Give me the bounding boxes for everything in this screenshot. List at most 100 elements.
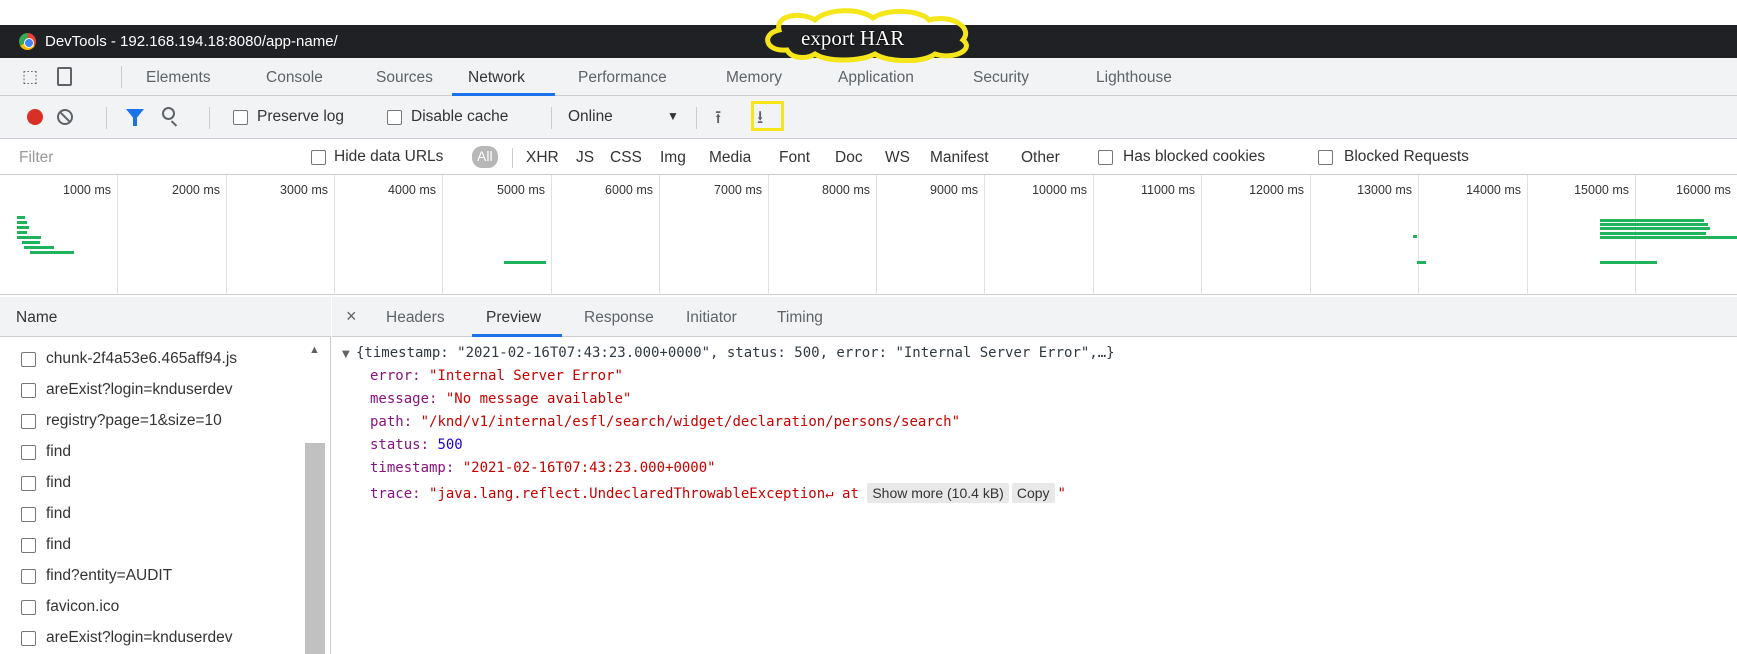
table-row[interactable]: find?entity=AUDIT: [0, 561, 305, 592]
expand-triangle-icon[interactable]: ▼: [342, 349, 350, 360]
timeline-bar: [1600, 227, 1710, 230]
table-row[interactable]: favicon.ico: [0, 592, 305, 623]
request-type-icon: [21, 569, 36, 584]
chrome-logo-icon: [19, 33, 36, 50]
toolbar-divider: [106, 107, 107, 129]
chevron-down-icon[interactable]: ▼: [667, 109, 679, 123]
filter-type-js[interactable]: JS: [576, 149, 594, 167]
annotation-text: export HAR: [801, 26, 905, 50]
filter-type-other[interactable]: Other: [1021, 149, 1060, 167]
window-title: DevTools - 192.168.194.18:8080/app-name/: [45, 33, 338, 50]
tab-application[interactable]: Application: [838, 69, 914, 87]
table-row[interactable]: areExist?login=knduserdev: [0, 623, 305, 654]
table-row[interactable]: registry?page=1&size=10: [0, 406, 305, 437]
timeline-tick: 1000 ms: [63, 183, 111, 197]
timeline-tick: 12000 ms: [1201, 175, 1310, 295]
copy-button[interactable]: Copy: [1011, 483, 1055, 503]
preview-summary[interactable]: {timestamp: "2021-02-16T07:43:23.000+000…: [356, 345, 1115, 361]
request-type-icon: [21, 352, 36, 367]
table-row[interactable]: find: [0, 530, 305, 561]
filter-type-media[interactable]: Media: [709, 149, 751, 167]
inspect-element-icon[interactable]: ⬚: [22, 68, 38, 85]
timeline-tick: 8000 ms: [768, 175, 876, 295]
tab-elements[interactable]: Elements: [146, 69, 211, 87]
export-har-annotation: export HAR: [757, 6, 979, 63]
panel-tabs: ⬚ Elements Console Sources Network Perfo…: [0, 58, 1737, 96]
timeline-bar: [1600, 261, 1657, 264]
preview-trace-row: trace: "java.lang.reflect.UndeclaredThro…: [370, 483, 1066, 503]
filter-type-ws[interactable]: WS: [885, 149, 910, 167]
table-row[interactable]: find: [0, 468, 305, 499]
filter-input[interactable]: Filter: [19, 149, 53, 167]
request-type-icon: [21, 414, 36, 429]
request-detail-tabs: × Headers Preview Response Initiator Tim…: [332, 297, 1737, 337]
timeline-bar: [1417, 261, 1426, 264]
preserve-log-label: Preserve log: [257, 108, 345, 125]
tab-lighthouse[interactable]: Lighthouse: [1096, 69, 1172, 87]
close-icon[interactable]: ×: [346, 306, 357, 327]
hide-data-urls-label: Hide data URLs: [334, 148, 444, 165]
has-blocked-cookies-checkbox[interactable]: [1098, 150, 1113, 165]
preview-path-row: path: "/knd/v1/internal/esfl/search/widg…: [370, 414, 961, 430]
scroll-up-icon[interactable]: ▲: [309, 344, 320, 356]
toolbar-divider: [551, 107, 552, 129]
timeline-tick: 13000 ms: [1310, 175, 1418, 295]
timeline-bar: [1600, 232, 1706, 235]
tab-memory[interactable]: Memory: [726, 69, 782, 87]
table-row[interactable]: areExist?login=knduserdev: [0, 375, 305, 406]
tab-network[interactable]: Network: [468, 69, 525, 87]
tab-performance[interactable]: Performance: [578, 69, 667, 87]
hide-data-urls-checkbox[interactable]: [311, 150, 326, 165]
toolbar-divider: [209, 107, 210, 129]
tab-preview[interactable]: Preview: [486, 309, 541, 327]
timeline-bar: [1600, 223, 1708, 226]
table-row[interactable]: chunk-2f4a53e6.465aff94.js: [0, 344, 305, 375]
import-har-icon[interactable]: ⭱: [715, 105, 721, 135]
record-button[interactable]: [27, 109, 43, 125]
tab-sources[interactable]: Sources: [376, 69, 433, 87]
show-more-button[interactable]: Show more (10.4 kB): [867, 483, 1009, 503]
tab-response[interactable]: Response: [584, 309, 654, 327]
export-har-icon[interactable]: ⭳: [757, 105, 763, 135]
filter-type-xhr[interactable]: XHR: [526, 149, 559, 167]
request-type-icon: [21, 445, 36, 460]
tab-initiator[interactable]: Initiator: [686, 309, 737, 327]
requests-list: Name chunk-2f4a53e6.465aff94.js areExist…: [0, 297, 331, 654]
filter-type-manifest[interactable]: Manifest: [930, 149, 989, 167]
preview-message-row: message: "No message available": [370, 391, 632, 407]
disable-cache-label: Disable cache: [411, 108, 509, 125]
filter-type-font[interactable]: Font: [779, 149, 810, 167]
throttling-select[interactable]: Online: [568, 108, 613, 126]
table-row[interactable]: find: [0, 499, 305, 530]
request-type-icon: [21, 507, 36, 522]
preserve-log-checkbox[interactable]: [233, 110, 248, 125]
blocked-requests-checkbox[interactable]: [1318, 150, 1333, 165]
disable-cache-checkbox[interactable]: [387, 110, 402, 125]
timeline-tick: 3000 ms: [226, 175, 334, 295]
clear-button[interactable]: [57, 109, 73, 125]
filter-type-img[interactable]: Img: [660, 149, 686, 167]
timeline-tick: 2000 ms: [117, 175, 226, 295]
filter-icon[interactable]: [126, 109, 144, 126]
name-column-header[interactable]: Name: [0, 297, 331, 337]
network-toolbar: Preserve log Disable cache Online ▼ ⭱ ⭳: [0, 96, 1737, 139]
table-row[interactable]: find: [0, 437, 305, 468]
filter-type-doc[interactable]: Doc: [835, 149, 863, 167]
filter-bar: Filter Hide data URLs All XHR JS CSS Img…: [0, 139, 1737, 175]
preview-error-row: error: "Internal Server Error": [370, 368, 623, 384]
search-icon[interactable]: [162, 107, 175, 120]
timeline-bar: [17, 226, 29, 229]
request-type-icon: [21, 538, 36, 553]
filter-type-all[interactable]: All: [472, 146, 498, 168]
tab-timing[interactable]: Timing: [777, 309, 823, 327]
timeline-tick: 9000 ms: [876, 175, 984, 295]
tab-security[interactable]: Security: [973, 69, 1029, 87]
tab-headers[interactable]: Headers: [386, 309, 445, 327]
device-toolbar-icon[interactable]: [57, 67, 72, 86]
tab-console[interactable]: Console: [266, 69, 323, 87]
timeline-overview[interactable]: 1000 ms 2000 ms 3000 ms 4000 ms 5000 ms …: [0, 175, 1737, 295]
requests-scrollbar[interactable]: [305, 443, 325, 654]
timeline-tick: 7000 ms: [659, 175, 768, 295]
filter-type-css[interactable]: CSS: [610, 149, 642, 167]
response-preview: ▼ {timestamp: "2021-02-16T07:43:23.000+0…: [332, 337, 1737, 654]
